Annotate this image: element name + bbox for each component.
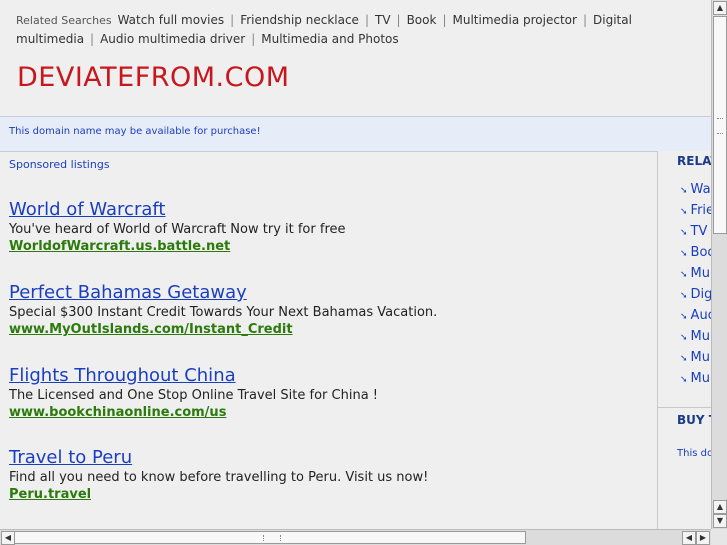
related-searches-label: Related Searches	[16, 14, 112, 27]
scroll-left-icon[interactable]: ◀	[682, 531, 696, 545]
separator: |	[90, 32, 95, 46]
arrow-bullet-icon: ➘	[680, 207, 688, 217]
related-link[interactable]: Book	[407, 13, 437, 27]
ad-url-link[interactable]: www.bookchinaonline.com/us	[9, 404, 649, 421]
ad-description: Find all you need to know before travell…	[9, 470, 429, 485]
sponsored-label: Sponsored listings	[9, 158, 110, 171]
arrow-bullet-icon: ➘	[680, 312, 688, 322]
separator: |	[251, 32, 256, 46]
related-link[interactable]: Multimedia and Photos	[261, 32, 398, 46]
grip-icon	[263, 535, 281, 541]
arrow-bullet-icon: ➘	[680, 375, 688, 385]
separator: |	[442, 13, 447, 27]
scroll-down-icon[interactable]: ▼	[713, 514, 727, 528]
sidebar-item-link[interactable]: Mul	[691, 350, 711, 365]
ad-listing: Perfect Bahamas Getaway Special $300 Ins…	[9, 282, 649, 338]
ad-title-link[interactable]: World of Warcraft	[9, 199, 649, 221]
arrow-bullet-icon: ➘	[680, 270, 688, 280]
ad-listing: Travel to Peru Find all you need to know…	[9, 447, 649, 503]
vertical-scroll-thumb[interactable]	[713, 16, 727, 234]
ad-description: You've heard of World of Warcraft Now tr…	[9, 222, 346, 237]
ad-listing: Flights Throughout China The Licensed an…	[9, 365, 649, 421]
availability-notice[interactable]: This domain name may be available for pu…	[9, 126, 261, 137]
sidebar-item[interactable]: ➘Mul	[680, 369, 711, 390]
horizontal-scroll-thumb[interactable]	[14, 531, 526, 544]
arrow-bullet-icon: ➘	[680, 186, 688, 196]
separator: |	[582, 13, 587, 27]
related-link[interactable]: Audio multimedia driver	[100, 32, 245, 46]
sidebar-item[interactable]: ➘Mul	[680, 264, 711, 285]
arrow-bullet-icon: ➘	[680, 228, 688, 238]
sidebar-divider	[658, 407, 711, 408]
ad-title-link[interactable]: Travel to Peru	[9, 447, 649, 469]
sidebar-item-link[interactable]: Auc	[691, 308, 711, 323]
sidebar-related-list: ➘Wa ➘Frie ➘TV ➘Boo ➘Mul ➘Dig ➘Auc ➘Mul ➘…	[680, 180, 711, 390]
ad-url-link[interactable]: www.MyOutIslands.com/Instant_Credit	[9, 321, 649, 338]
ad-listing: World of Warcraft You've heard of World …	[9, 199, 649, 255]
sidebar-item-link[interactable]: Mul	[691, 371, 711, 386]
related-link[interactable]: TV	[375, 13, 391, 27]
sidebar-item-link[interactable]: Dig	[691, 287, 711, 302]
ad-url-link[interactable]: WorldofWarcraft.us.battle.net	[9, 238, 649, 255]
sidebar-item[interactable]: ➘Mul	[680, 348, 711, 369]
buy-domain-heading: BUY T	[677, 413, 711, 427]
horizontal-scrollbar[interactable]: ◀ ◀ ▶	[0, 529, 711, 545]
related-searches-bar: Related Searches Watch full movies | Friend…	[16, 11, 711, 48]
scroll-up-icon[interactable]: ▲	[713, 1, 727, 15]
sidebar-item[interactable]: ➘ Dig	[680, 285, 711, 306]
related-link[interactable]: Friendship necklace	[240, 13, 359, 27]
arrow-bullet-icon: ➘	[680, 291, 688, 301]
sidebar-item-link[interactable]: Wa	[691, 182, 711, 197]
related-link[interactable]: Multimedia projector	[453, 13, 577, 27]
arrow-bullet-icon: ➘	[680, 249, 688, 259]
domain-title: DEVIATEFROM.COM	[17, 62, 290, 93]
buy-domain-text[interactable]: This dor	[677, 448, 711, 459]
scrollbar-corner	[711, 529, 727, 545]
separator: |	[364, 13, 369, 27]
page-viewport: Related Searches Watch full movies | Friend…	[0, 0, 711, 529]
availability-banner: This domain name may be available for pu…	[0, 116, 711, 152]
sidebar-heading: RELAT	[677, 154, 711, 168]
ad-url-link[interactable]: Peru.travel	[9, 486, 649, 503]
sidebar-item-link[interactable]: Frie	[691, 203, 711, 218]
grip-icon	[717, 118, 723, 134]
related-link[interactable]: Watch full movies	[118, 13, 225, 27]
sidebar-item-link[interactable]: Mul	[691, 329, 711, 344]
scroll-left-icon[interactable]: ◀	[1, 531, 15, 545]
scroll-up-icon[interactable]: ▲	[713, 500, 727, 514]
sidebar-item-link[interactable]: TV	[691, 224, 708, 239]
sidebar-item-link[interactable]: Boo	[691, 245, 711, 260]
ad-description: The Licensed and One Stop Online Travel …	[9, 388, 379, 403]
related-sidebar: RELAT ➘Wa ➘Frie ➘TV ➘Boo ➘Mul ➘Dig ➘Auc …	[657, 151, 711, 529]
vertical-scrollbar[interactable]: ▲ ▲ ▼	[711, 0, 727, 529]
separator: |	[396, 13, 401, 27]
arrow-bullet-icon: ➘	[680, 354, 688, 364]
separator: |	[230, 13, 235, 27]
sidebar-item-link[interactable]: Mul	[691, 266, 711, 281]
scroll-right-icon[interactable]: ▶	[696, 531, 710, 545]
sidebar-item[interactable]: ➘ TV	[680, 222, 711, 243]
ad-title-link[interactable]: Flights Throughout China	[9, 365, 649, 387]
arrow-bullet-icon: ➘	[680, 333, 688, 343]
ad-title-link[interactable]: Perfect Bahamas Getaway	[9, 282, 649, 304]
sidebar-item[interactable]: ➘Mul	[680, 327, 711, 348]
ad-description: Special $300 Instant Credit Towards Your…	[9, 305, 438, 320]
sidebar-item[interactable]: ➘Boo	[680, 243, 711, 264]
sidebar-item[interactable]: ➘ Wa	[680, 180, 711, 201]
sidebar-item[interactable]: ➘ Frie	[680, 201, 711, 222]
sidebar-item[interactable]: ➘Auc	[680, 306, 711, 327]
